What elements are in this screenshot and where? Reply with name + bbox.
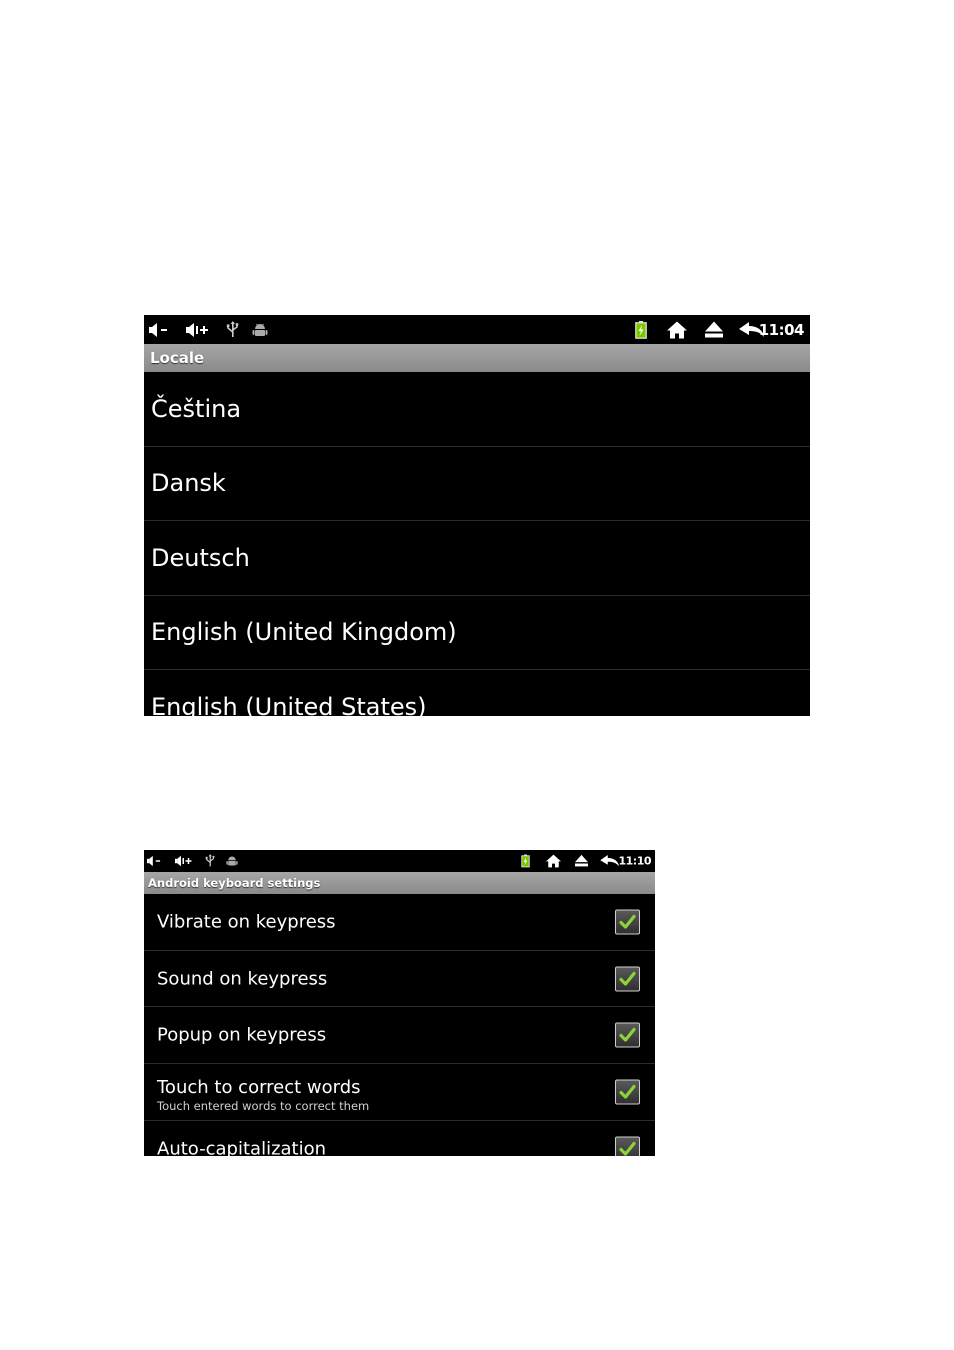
android-debug-icon [252,323,268,336]
usb-icon [205,854,215,867]
checkmark-icon [619,971,636,986]
checkbox-checked[interactable] [615,909,640,935]
setting-label: Auto-capitalization [157,1138,327,1156]
status-time: 11:10 [618,854,651,868]
setting-sound-on-keypress[interactable]: Sound on keypress [144,951,655,1008]
locale-item-label: English (United Kingdom) [151,618,457,647]
setting-label: Sound on keypress [157,968,328,990]
volume-up-icon[interactable] [175,855,193,867]
status-bar: 11:04 [144,315,810,344]
setting-popup-on-keypress[interactable]: Popup on keypress [144,1007,655,1065]
volume-down-icon[interactable] [149,322,171,337]
status-time: 11:04 [758,320,805,339]
locale-list: Čeština Dansk Deutsch English (United Ki… [144,372,810,716]
eject-icon[interactable] [575,854,588,868]
battery-charging-icon [521,854,530,868]
volume-down-icon[interactable] [147,855,163,867]
setting-label: Popup on keypress [157,1024,327,1046]
setting-auto-capitalization[interactable]: Auto-capitalization [144,1121,655,1156]
locale-item-english-us[interactable]: English (United States) [144,670,810,716]
battery-charging-icon [635,320,647,339]
page-title: Android keyboard settings [144,872,655,894]
locale-item-label: English (United States) [151,692,427,716]
checkmark-icon [619,1028,636,1042]
checkbox-checked[interactable] [615,1022,640,1048]
usb-icon [226,320,239,337]
locale-item-deutsch[interactable]: Deutsch [144,521,810,596]
setting-vibrate-on-keypress[interactable]: Vibrate on keypress [144,894,655,951]
locale-item-label: Dansk [151,469,226,498]
locale-screen: 11:04 Locale Čeština Dansk Deutsch Engli… [144,315,810,716]
setting-label: Vibrate on keypress [157,911,336,933]
setting-touch-to-correct-words[interactable]: Touch to correct words Touch entered wor… [144,1064,655,1121]
checkbox-checked[interactable] [615,1079,640,1105]
checkmark-icon [619,1141,636,1156]
setting-summary: Touch entered words to correct them [157,1099,370,1114]
back-icon[interactable] [600,855,620,867]
keyboard-settings-screen: 11:10 Android keyboard settings Vibrate … [144,850,655,1156]
locale-item-label: Čeština [151,394,242,423]
volume-up-icon[interactable] [186,322,210,337]
checkbox-checked[interactable] [615,1136,640,1156]
checkbox-checked[interactable] [615,966,640,992]
setting-label: Touch to correct words [157,1077,361,1099]
checkmark-icon [619,1084,636,1099]
checkmark-icon [619,914,636,929]
status-bar: 11:10 [144,850,655,872]
settings-list: Vibrate on keypress Sound on keypress Po… [144,894,655,1156]
android-debug-icon [226,856,238,866]
home-icon[interactable] [546,854,561,868]
locale-item-cestina[interactable]: Čeština [144,372,810,447]
locale-item-dansk[interactable]: Dansk [144,447,810,521]
eject-icon[interactable] [705,321,723,338]
locale-item-english-uk[interactable]: English (United Kingdom) [144,596,810,670]
locale-item-label: Deutsch [151,543,250,572]
page-title: Locale [144,344,810,372]
home-icon[interactable] [667,321,687,338]
